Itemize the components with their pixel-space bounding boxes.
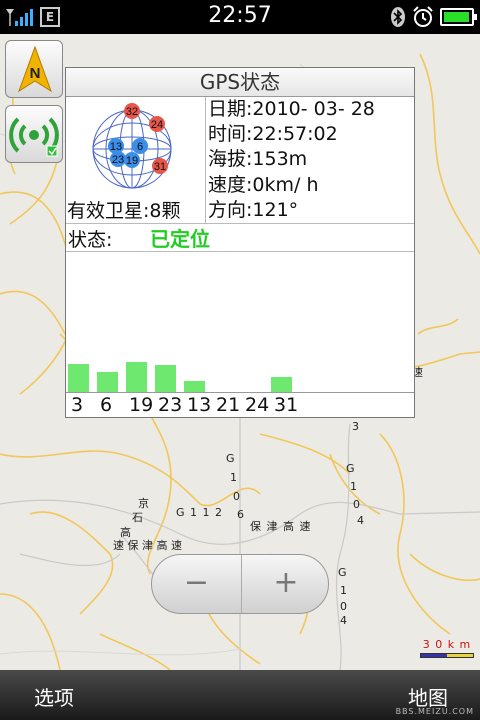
map-label: 4 [357, 514, 364, 527]
satellite-id: 6 [137, 141, 143, 153]
map-label: G [226, 452, 235, 465]
satellite-id: 32 [126, 106, 138, 118]
scale-text: 3 0 k m [422, 638, 472, 651]
satellite-id: 23 [112, 154, 124, 166]
map-label: 1 [230, 471, 237, 484]
compass-button[interactable]: N [5, 40, 63, 98]
options-button[interactable]: 选项 [34, 682, 74, 711]
scale-bar [420, 653, 474, 658]
signal-bar [155, 365, 176, 392]
state-value: 已定位 [150, 227, 210, 251]
globe-icon: 32 24 13 6 23 19 31 [92, 103, 172, 189]
map-label: 1 [350, 480, 357, 493]
gps-state-row: 状态: 已定位 [66, 223, 414, 252]
map-label: 3 [352, 420, 359, 433]
signal-bar-label: 13 [187, 394, 212, 416]
gps-signal-icon [9, 117, 59, 157]
zoom-in-button[interactable]: + [241, 555, 330, 613]
signal-bar [97, 372, 118, 392]
satellite-sky-view: 32 24 13 6 23 19 31 有效卫星:8颗 [66, 97, 206, 223]
map-label: 石 [132, 511, 143, 524]
status-bar: E 22:57 [0, 0, 480, 34]
gps-speed: 速度:0km/ h [208, 173, 319, 196]
gps-status-panel: GPS状态 32 24 13 6 23 19 31 有效卫星:8颗 日期:2010- 03-… [65, 67, 415, 418]
map-label: 1 [340, 584, 347, 597]
gps-status-button[interactable] [5, 105, 63, 163]
signal-bar [68, 364, 89, 392]
gps-info: 日期:2010- 03- 28 时间:22:57:02 海拔:153m 速度:0… [207, 97, 414, 223]
signal-bar-label: 31 [274, 394, 299, 416]
watermark: BBS.MEIZU.COM [395, 707, 474, 716]
signal-strength-bars [66, 252, 414, 393]
signal-bar-label: 6 [100, 394, 113, 416]
map-scale: 3 0 k m [420, 638, 474, 666]
map-label: 4 [340, 614, 347, 627]
map-label: 6 [237, 508, 244, 521]
satellite-id: 13 [110, 141, 122, 153]
signal-bar-label: 19 [129, 394, 154, 416]
signal-bar-labels: 3 6 19 23 13 21 24 31 [66, 393, 414, 417]
state-label: 状态: [68, 229, 113, 251]
svg-text:N: N [30, 65, 41, 82]
map-label: G [346, 462, 355, 475]
map-label: G 1 1 2 [176, 506, 224, 519]
zoom-control: − + [151, 554, 329, 614]
signal-bar [271, 377, 292, 392]
battery-icon [440, 8, 477, 26]
signal-bar-label: 21 [216, 394, 241, 416]
alarm-icon [413, 6, 433, 27]
satellite-count: 有效卫星:8颗 [67, 200, 181, 222]
map-label: G [338, 566, 347, 579]
gps-time: 时间:22:57:02 [208, 123, 338, 146]
bluetooth-icon [391, 7, 405, 27]
signal-bar-label: 23 [158, 394, 183, 416]
compass-icon: N [18, 45, 52, 93]
signal-bar-label: 3 [71, 394, 84, 416]
signal-bar-label: 24 [245, 394, 270, 416]
satellite-id: 24 [151, 119, 163, 131]
map-label: 速 保 津 高 速 [113, 539, 182, 552]
bottom-bar: 选项 地图 BBS.MEIZU.COM [0, 670, 480, 720]
satellite-id: 31 [154, 161, 166, 173]
gps-altitude: 海拔:153m [208, 148, 308, 171]
map-label: 保 津 高 速 [250, 520, 312, 533]
map-label: 0 [340, 600, 347, 613]
satellite-id: 19 [126, 155, 138, 167]
gps-direction: 方向:121° [208, 198, 299, 221]
panel-title: GPS状态 [66, 68, 414, 97]
zoom-out-button[interactable]: − [152, 555, 241, 613]
map-label: 0 [353, 498, 360, 511]
gps-date: 日期:2010- 03- 28 [208, 98, 375, 120]
signal-bar [184, 381, 205, 392]
signal-bar [126, 362, 147, 392]
map-label: 0 [233, 490, 240, 503]
